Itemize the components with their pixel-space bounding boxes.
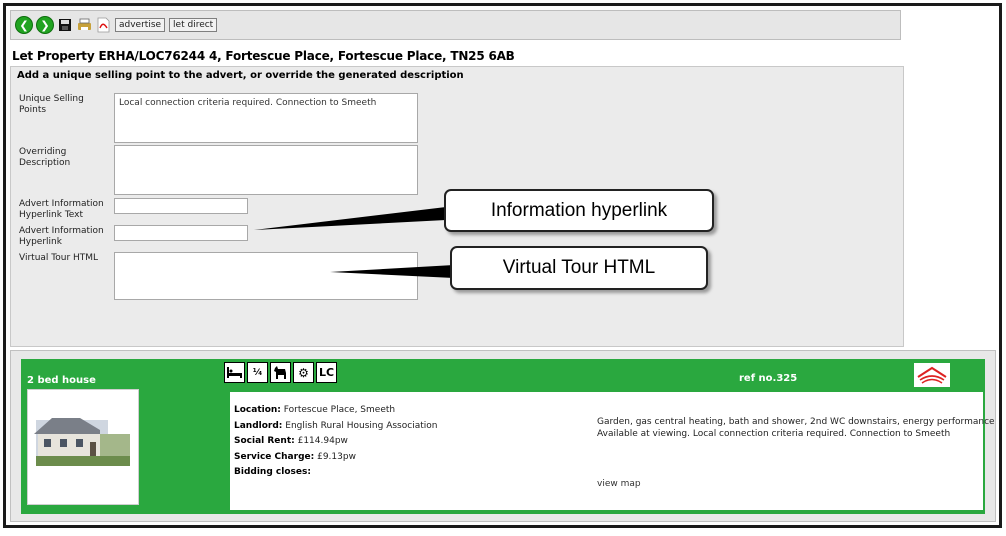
- view-map-link[interactable]: view map: [597, 479, 641, 489]
- listing-details: Location: Fortescue Place, Smeeth Landlo…: [230, 392, 995, 510]
- landlord-value: English Rural Housing Association: [285, 421, 438, 431]
- listing-feature-icons: ¹⁄₄ ⚙ LC: [224, 362, 337, 383]
- listing-availability: Available at viewing. Local connection c…: [597, 429, 951, 439]
- listing-card: 2 bed house ¹⁄₄ ⚙ LC ref no.325 Location…: [21, 359, 995, 514]
- social-rent-row: Social Rent: £114.94pw: [234, 436, 348, 446]
- listing-heading: 2 bed house: [27, 375, 96, 386]
- bed-icon: [224, 362, 245, 383]
- housing-association-logo: [914, 363, 950, 387]
- age-restriction-icon: ¹⁄₄: [247, 362, 268, 383]
- service-charge-row: Service Charge: £9.13pw: [234, 452, 356, 462]
- listing-preview: 2 bed house ¹⁄₄ ⚙ LC ref no.325 Location…: [10, 350, 996, 522]
- location-row: Location: Fortescue Place, Smeeth: [234, 405, 396, 415]
- callout-virtual-tour: Virtual Tour HTML: [450, 246, 708, 290]
- callout-information-hyperlink: Information hyperlink: [444, 189, 714, 232]
- bidding-closes-row: Bidding closes:: [234, 467, 311, 477]
- property-photo[interactable]: [27, 389, 139, 505]
- screenshot-frame: ❮ ❯ advertise let direct Let Property ER…: [3, 3, 1002, 528]
- listing-features: Garden, gas central heating, bath and sh…: [597, 417, 995, 427]
- social-rent-value: £114.94pw: [297, 436, 348, 446]
- service-charge-value: £9.13pw: [317, 452, 356, 462]
- listing-ref: ref no.325: [739, 373, 798, 384]
- landlord-row: Landlord: English Rural Housing Associat…: [234, 421, 438, 431]
- pets-icon: [270, 362, 291, 383]
- cog-icon: ⚙: [293, 362, 314, 383]
- local-connection-icon: LC: [316, 362, 337, 383]
- location-value: Fortescue Place, Smeeth: [283, 405, 396, 415]
